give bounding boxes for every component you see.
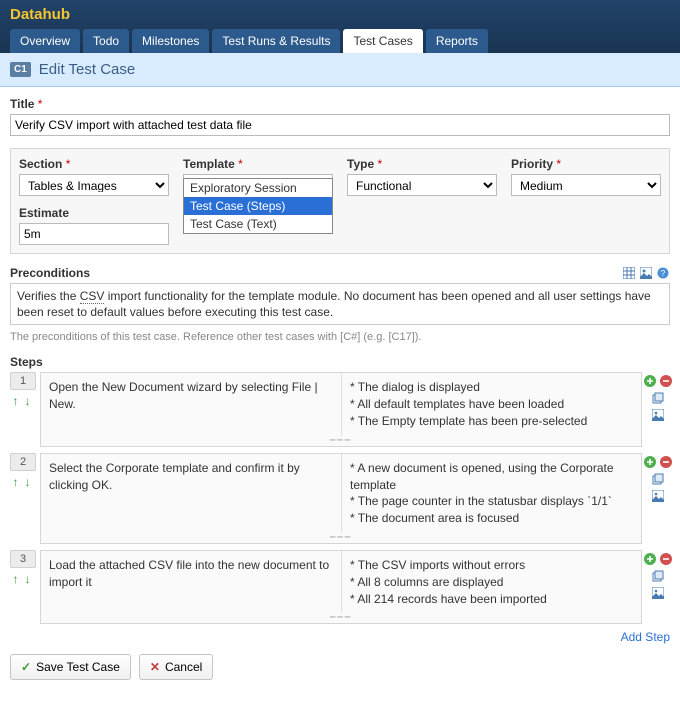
template-option[interactable]: Test Case (Steps) [184,197,332,215]
save-button[interactable]: ✓Save Test Case [10,654,131,680]
template-label: Template [183,157,235,171]
type-select[interactable]: Functional [347,174,497,196]
nav-tabs: OverviewTodoMilestonesTest Runs & Result… [10,29,670,53]
brand-title: Datahub [10,6,670,29]
tab-overview[interactable]: Overview [10,29,80,53]
move-down-icon[interactable] [25,394,34,406]
step-row: 2 Select the Corporate template and confi… [10,453,670,544]
template-option[interactable]: Test Case (Text) [184,215,332,233]
tab-test-runs-results[interactable]: Test Runs & Results [212,29,340,53]
subheader: C1 Edit Test Case [0,53,680,87]
cancel-button[interactable]: ✕Cancel [139,654,213,680]
tab-test-cases[interactable]: Test Cases [343,29,422,53]
section-select[interactable]: Tables & Images [19,174,169,196]
template-option[interactable]: Exploratory Session [184,179,332,197]
add-step-icon[interactable] [643,552,657,566]
estimate-label: Estimate [19,206,69,220]
step-body: Load the attached CSV file into the new … [40,550,642,624]
delete-step-icon[interactable] [659,552,673,566]
tab-reports[interactable]: Reports [426,29,488,53]
resize-grip-icon[interactable]: ━━━ [41,436,641,446]
svg-text:?: ? [661,269,666,278]
preconditions-hint: The preconditions of this test case. Ref… [10,331,670,343]
preconditions-label: Preconditions [10,266,90,280]
step-action[interactable]: Open the New Document wizard by selectin… [41,373,341,435]
delete-step-icon[interactable] [659,455,673,469]
cross-icon: ✕ [150,660,160,674]
resize-grip-icon[interactable]: ━━━ [41,533,641,543]
tab-milestones[interactable]: Milestones [132,29,209,53]
field-grid: Section * Tables & Images Template * Tes… [10,148,670,254]
priority-label: Priority [511,157,553,171]
step-number: 1 [10,372,36,390]
section-label: Section [19,157,62,171]
add-step-icon[interactable] [643,374,657,388]
delete-step-icon[interactable] [659,374,673,388]
template-dropdown-list: Exploratory SessionTest Case (Steps)Test… [183,178,333,234]
estimate-input[interactable] [19,223,169,245]
attach-icon[interactable] [651,391,665,405]
title-input[interactable] [10,114,670,136]
image-icon[interactable] [639,266,653,280]
step-action[interactable]: Load the attached CSV file into the new … [41,551,341,613]
step-body: Open the New Document wizard by selectin… [40,372,642,446]
move-up-icon[interactable] [13,572,22,584]
attach-icon[interactable] [651,472,665,486]
required-marker: * [38,97,43,111]
priority-select[interactable]: Medium [511,174,661,196]
step-row: 1 Open the New Document wizard by selecti… [10,372,670,446]
step-number: 2 [10,453,36,471]
step-expected[interactable]: * The CSV imports without errors * All 8… [341,551,641,613]
insert-image-icon[interactable] [651,408,665,422]
step-expected[interactable]: * The dialog is displayed * All default … [341,373,641,435]
preconditions-textarea[interactable]: Verifies the CSV import functionality fo… [10,283,670,325]
move-down-icon[interactable] [25,475,34,487]
step-body: Select the Corporate template and confir… [40,453,642,544]
help-icon[interactable]: ? [656,266,670,280]
step-action[interactable]: Select the Corporate template and confir… [41,454,341,533]
table-icon[interactable] [622,266,636,280]
move-up-icon[interactable] [13,475,22,487]
type-label: Type [347,157,374,171]
attach-icon[interactable] [651,569,665,583]
step-row: 3 Load the attached CSV file into the new… [10,550,670,624]
move-down-icon[interactable] [25,572,34,584]
step-expected[interactable]: * A new document is opened, using the Co… [341,454,641,533]
check-icon: ✓ [21,660,31,674]
steps-label: Steps [10,355,670,369]
add-step-link[interactable]: Add Step [621,630,670,644]
insert-image-icon[interactable] [651,586,665,600]
tab-todo[interactable]: Todo [83,29,129,53]
case-id-badge: C1 [10,62,31,77]
page-title: Edit Test Case [39,61,135,78]
insert-image-icon[interactable] [651,489,665,503]
step-number: 3 [10,550,36,568]
move-up-icon[interactable] [13,394,22,406]
title-label: Title [10,97,34,111]
resize-grip-icon[interactable]: ━━━ [41,613,641,623]
add-step-icon[interactable] [643,455,657,469]
